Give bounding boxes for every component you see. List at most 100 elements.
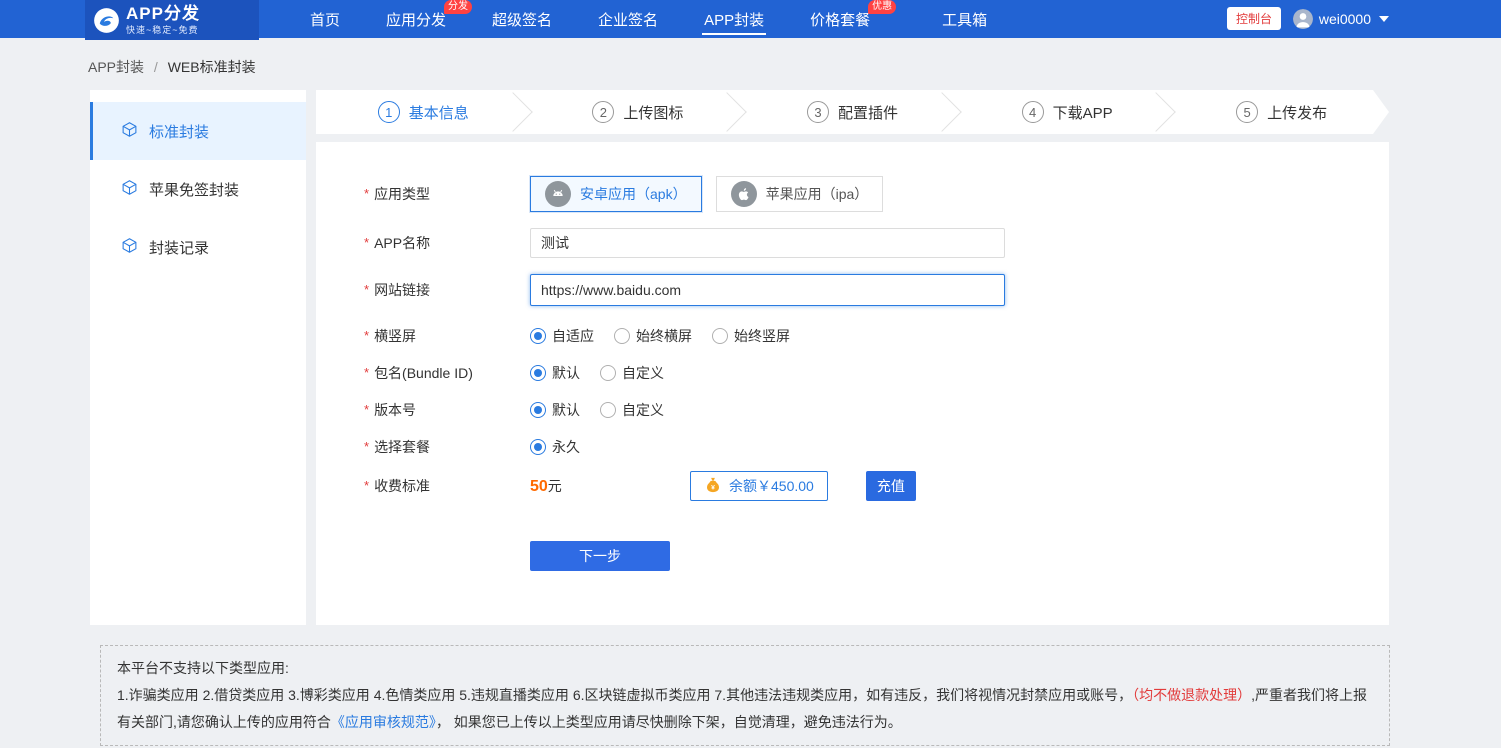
logo-icon (93, 7, 120, 34)
package-cube-icon (121, 237, 138, 258)
step-number: 5 (1236, 101, 1258, 123)
field-label-text: APP名称 (374, 233, 430, 253)
radio-label: 自定义 (622, 400, 664, 420)
android-icon (545, 181, 571, 207)
orientation-auto-radio[interactable]: 自适应 (530, 326, 594, 346)
required-mark: * (364, 478, 369, 493)
nav-item-distribution[interactable]: 应用分发 分发 (376, 0, 456, 38)
logo[interactable]: APP分发 快速~稳定~免费 (85, 0, 259, 40)
recharge-button[interactable]: 充值 (866, 471, 916, 501)
step-arrow-icon (922, 92, 962, 132)
breadcrumb-current: WEB标准封装 (168, 59, 256, 75)
step-upload-release[interactable]: 5 上传发布 (1174, 90, 1389, 134)
orientation-landscape-radio[interactable]: 始终横屏 (614, 326, 692, 346)
console-button[interactable]: 控制台 (1227, 7, 1281, 30)
sidebar-item-label: 封装记录 (149, 237, 209, 258)
plan-forever-radio[interactable]: 永久 (530, 437, 580, 457)
required-mark: * (364, 328, 369, 343)
radio-icon (530, 328, 546, 344)
bundle-default-radio[interactable]: 默认 (530, 363, 580, 383)
fee-row: * 收费标准 50元 ¥ 余额￥450.00 充值 (364, 471, 1389, 501)
chevron-down-icon (1379, 16, 1389, 22)
required-mark: * (364, 402, 369, 417)
field-label: * 收费标准 (364, 476, 530, 496)
notice-body: 1.诈骗类应用 2.借贷类应用 3.博彩类应用 4.色情类应用 5.违规直播类应… (117, 682, 1373, 736)
step-label: 上传图标 (623, 102, 683, 123)
step-configure-plugin[interactable]: 3 配置插件 (745, 90, 960, 134)
fee-price: 50元 (530, 476, 690, 496)
radio-label: 自适应 (552, 326, 594, 346)
breadcrumb-root[interactable]: APP封装 (88, 59, 144, 75)
android-app-type-label: 安卓应用（apk） (580, 184, 687, 204)
step-basic-info[interactable]: 1 基本信息 (316, 90, 531, 134)
top-navbar: APP分发 快速~稳定~免费 首页 应用分发 分发 超级签名 企业签名 APP封… (0, 0, 1501, 38)
breadcrumb-separator: / (154, 59, 158, 75)
bundle-custom-radio[interactable]: 自定义 (600, 363, 664, 383)
required-mark: * (364, 439, 369, 454)
version-default-radio[interactable]: 默认 (530, 400, 580, 420)
nav-item-enterprise-sign[interactable]: 企业签名 (588, 0, 668, 38)
svg-text:¥: ¥ (711, 484, 715, 491)
sidebar-item-apple-nosign-package[interactable]: 苹果免签封装 (90, 160, 306, 218)
field-label-text: 网站链接 (374, 280, 430, 300)
sidebar-item-standard-package[interactable]: 标准封装 (90, 102, 306, 160)
fee-price-unit: 元 (548, 478, 562, 494)
logo-text: APP分发 快速~稳定~免费 (126, 5, 200, 36)
nav-label: APP封装 (704, 9, 764, 30)
user-menu[interactable]: wei0000 (1293, 0, 1389, 38)
plan-row: * 选择套餐 永久 (364, 437, 1389, 457)
app-type-row: * 应用类型 安卓应用（apk） 苹果应用（ipa） (364, 176, 1389, 212)
next-step-button[interactable]: 下一步 (530, 541, 670, 571)
step-label: 基本信息 (409, 102, 469, 123)
nav-badge: 优惠 (868, 0, 896, 14)
balance-box[interactable]: ¥ 余额￥450.00 (690, 471, 828, 501)
website-url-input[interactable] (530, 274, 1005, 306)
required-mark: * (364, 282, 369, 297)
ios-app-type-label: 苹果应用（ipa） (766, 184, 869, 204)
step-arrow-icon (707, 92, 747, 132)
nav-item-pricing[interactable]: 价格套餐 优惠 (800, 0, 880, 38)
nav-item-super-sign[interactable]: 超级签名 (482, 0, 562, 38)
field-label-text: 收费标准 (374, 476, 430, 496)
avatar (1293, 9, 1313, 29)
step-download-app[interactable]: 4 下载APP (960, 90, 1175, 134)
package-cube-icon (121, 179, 138, 200)
sidebar: 标准封装 苹果免签封装 封装记录 (90, 90, 306, 625)
radio-label: 始终横屏 (636, 326, 692, 346)
field-label-text: 应用类型 (374, 184, 430, 204)
app-name-input[interactable] (530, 228, 1005, 258)
field-label: * 选择套餐 (364, 437, 530, 457)
policy-notice: 本平台不支持以下类型应用: 1.诈骗类应用 2.借贷类应用 3.博彩类应用 4.… (100, 645, 1390, 746)
nav-badge: 分发 (444, 0, 472, 14)
money-bag-icon: ¥ (704, 476, 722, 497)
field-label-text: 包名(Bundle ID) (374, 363, 473, 383)
notice-text: ， 如果您已上传以上类型应用请尽快删除下架，自觉清理，避免违法行为。 (436, 714, 902, 730)
field-label: * 网站链接 (364, 280, 530, 300)
radio-icon (614, 328, 630, 344)
step-label: 配置插件 (838, 102, 898, 123)
notice-text: 1.诈骗类应用 2.借贷类应用 3.博彩类应用 4.色情类应用 5.违规直播类应… (117, 687, 1132, 703)
radio-icon (530, 402, 546, 418)
nav-item-app-package[interactable]: APP封装 (694, 0, 774, 38)
nav-item-toolbox[interactable]: 工具箱 (932, 0, 997, 38)
sidebar-item-package-records[interactable]: 封装记录 (90, 218, 306, 276)
orientation-row: * 横竖屏 自适应 始终横屏 始终竖屏 (364, 326, 1389, 346)
balance-text: 余额￥450.00 (729, 476, 814, 496)
step-number: 3 (807, 101, 829, 123)
nav-item-home[interactable]: 首页 (300, 0, 350, 38)
step-arrow-icon (1137, 92, 1177, 132)
radio-icon (600, 402, 616, 418)
android-app-type-button[interactable]: 安卓应用（apk） (530, 176, 702, 212)
package-cube-icon (121, 121, 138, 142)
review-spec-link[interactable]: 《应用审核规范》 (331, 714, 436, 730)
logo-title: APP分发 (126, 5, 200, 23)
apple-icon (731, 181, 757, 207)
field-label: * APP名称 (364, 233, 530, 253)
ios-app-type-button[interactable]: 苹果应用（ipa） (716, 176, 884, 212)
version-custom-radio[interactable]: 自定义 (600, 400, 664, 420)
step-upload-icon[interactable]: 2 上传图标 (531, 90, 746, 134)
orientation-portrait-radio[interactable]: 始终竖屏 (712, 326, 790, 346)
nav-label: 工具箱 (942, 9, 987, 30)
step-number: 2 (592, 101, 614, 123)
nav-label: 超级签名 (492, 9, 552, 30)
